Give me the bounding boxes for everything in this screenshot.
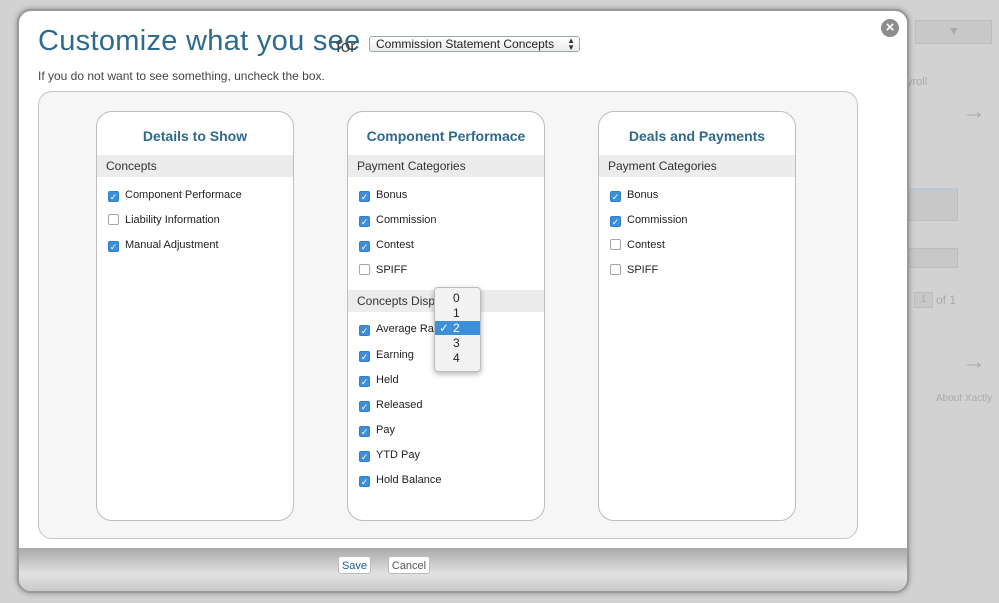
- checkbox-label: Released: [376, 399, 423, 411]
- decimal-places-dropdown[interactable]: 0 1 ✓ 2 3 4: [434, 287, 481, 372]
- checkbox-item[interactable]: ✓ YTD Pay: [359, 448, 420, 462]
- background-dropdown: ▼: [915, 20, 992, 44]
- checkbox[interactable]: ✓: [359, 426, 370, 437]
- checkbox-item[interactable]: ✓ Component Performace: [108, 188, 242, 202]
- section-header: Payment Categories: [599, 155, 795, 177]
- dropdown-option[interactable]: 1: [435, 306, 480, 320]
- checkbox-label: Bonus: [376, 189, 408, 201]
- about-link: About Xactly: [936, 393, 993, 404]
- check-icon: ✓: [439, 321, 450, 335]
- arrow-right-icon: →: [962, 348, 986, 375]
- checkbox-item[interactable]: ✓ Released: [359, 398, 422, 412]
- background-field: [906, 248, 958, 268]
- checkbox-item[interactable]: ✓ Pay: [359, 423, 395, 437]
- dropdown-option[interactable]: 3: [435, 336, 480, 350]
- dropdown-option[interactable]: ✓ 2: [435, 321, 480, 335]
- arrow-right-icon: →: [962, 98, 986, 125]
- checkbox-label: Commission: [376, 214, 437, 226]
- chevron-down-icon: ▼: [948, 24, 960, 38]
- customize-dialog: Customize what you see for Commission St…: [17, 9, 909, 593]
- checkbox-item[interactable]: SPIFF: [359, 263, 407, 277]
- checkbox[interactable]: ✓: [359, 376, 370, 387]
- checkbox-label: Earning: [376, 349, 414, 361]
- checkbox-item[interactable]: Liability Information: [108, 213, 220, 227]
- card-title: Details to Show: [142, 128, 248, 144]
- for-label: for: [336, 37, 356, 56]
- checkbox[interactable]: ✓: [359, 191, 370, 202]
- dialog-footer: Save Cancel: [19, 548, 907, 591]
- option-label: 3: [453, 336, 460, 350]
- checkbox-item[interactable]: ✓ Contest: [359, 238, 414, 252]
- background-panel: [906, 188, 958, 221]
- checkbox-label: Commission: [627, 214, 688, 226]
- background-pager-input: 1: [914, 292, 933, 308]
- dialog-title: Customize what you see: [38, 25, 361, 57]
- checkbox[interactable]: [359, 264, 370, 275]
- checkbox-item[interactable]: ✓ Commission: [610, 213, 688, 227]
- dropdown-option[interactable]: 0: [435, 291, 480, 305]
- save-button[interactable]: Save: [338, 556, 371, 574]
- background-tab: yroll: [907, 76, 928, 88]
- close-icon[interactable]: ×: [881, 19, 899, 37]
- card-title: Deals and Payments: [628, 128, 766, 144]
- checkbox[interactable]: [108, 214, 119, 225]
- checkbox-label: SPIFF: [627, 264, 659, 276]
- checkbox[interactable]: ✓: [359, 216, 370, 227]
- checkbox[interactable]: ✓: [359, 451, 370, 462]
- card-deals-and-payments: Deals and Payments Payment Categories ✓ B…: [598, 111, 796, 521]
- cancel-button[interactable]: Cancel: [388, 556, 430, 574]
- checkbox-label: Component Performace: [125, 189, 242, 201]
- checkbox-label: Contest: [627, 239, 665, 251]
- checkbox[interactable]: ✓: [359, 325, 370, 336]
- section-header: Concepts: [97, 155, 293, 177]
- option-label: 1: [453, 306, 460, 320]
- checkbox-item[interactable]: ✓ Held: [359, 373, 399, 387]
- checkbox-label: YTD Pay: [376, 449, 421, 461]
- checkbox-item[interactable]: Contest: [610, 238, 665, 252]
- view-select[interactable]: Commission Statement Concepts ▲ ▼: [369, 36, 580, 52]
- background-pager-of: of 1: [936, 293, 957, 307]
- checkbox-label: Manual Adjustment: [125, 239, 219, 251]
- view-select-value: Commission Statement Concepts: [376, 37, 555, 51]
- checkbox-item[interactable]: ✓ Bonus: [359, 188, 407, 202]
- checkbox-item[interactable]: ✓ Average Rate: [359, 322, 443, 336]
- checkbox-label: SPIFF: [376, 264, 408, 276]
- checkbox[interactable]: ✓: [359, 476, 370, 487]
- instruction-text: If you do not want to see something, unc…: [38, 69, 325, 83]
- checkbox[interactable]: [610, 239, 621, 250]
- option-label: 2: [453, 321, 460, 335]
- checkbox-label: Hold Balance: [376, 474, 442, 486]
- option-label: 4: [453, 351, 460, 365]
- checkbox-item[interactable]: ✓ Hold Balance: [359, 473, 441, 487]
- dropdown-option[interactable]: 4: [435, 351, 480, 365]
- checkbox-label: Pay: [376, 424, 395, 436]
- checkbox[interactable]: ✓: [108, 241, 119, 252]
- checkbox[interactable]: ✓: [108, 191, 119, 202]
- checkbox[interactable]: [610, 264, 621, 275]
- checkbox-label: Held: [376, 374, 399, 386]
- card-details-to-show: Details to Show Concepts ✓ Component Perf…: [96, 111, 294, 521]
- checkbox[interactable]: ✓: [359, 351, 370, 362]
- select-arrows-icon: ▲ ▼: [567, 36, 575, 52]
- checkbox-item[interactable]: ✓ Commission: [359, 213, 437, 227]
- checkbox-item[interactable]: ✓ Bonus: [610, 188, 658, 202]
- checkbox-item[interactable]: ✓ Earning: [359, 348, 414, 362]
- checkbox-item[interactable]: ✓ Manual Adjustment: [108, 238, 219, 252]
- checkbox-label: Liability Information: [125, 214, 220, 226]
- option-label: 0: [453, 291, 460, 305]
- checkbox-item[interactable]: SPIFF: [610, 263, 658, 277]
- checkbox[interactable]: ✓: [610, 216, 621, 227]
- checkbox[interactable]: ✓: [359, 241, 370, 252]
- section-header: Payment Categories: [348, 155, 544, 177]
- checkbox-label: Bonus: [627, 189, 659, 201]
- card-title: Component Performace: [366, 128, 526, 144]
- checkbox-label: Contest: [376, 239, 414, 251]
- checkbox[interactable]: ✓: [359, 401, 370, 412]
- checkbox[interactable]: ✓: [610, 191, 621, 202]
